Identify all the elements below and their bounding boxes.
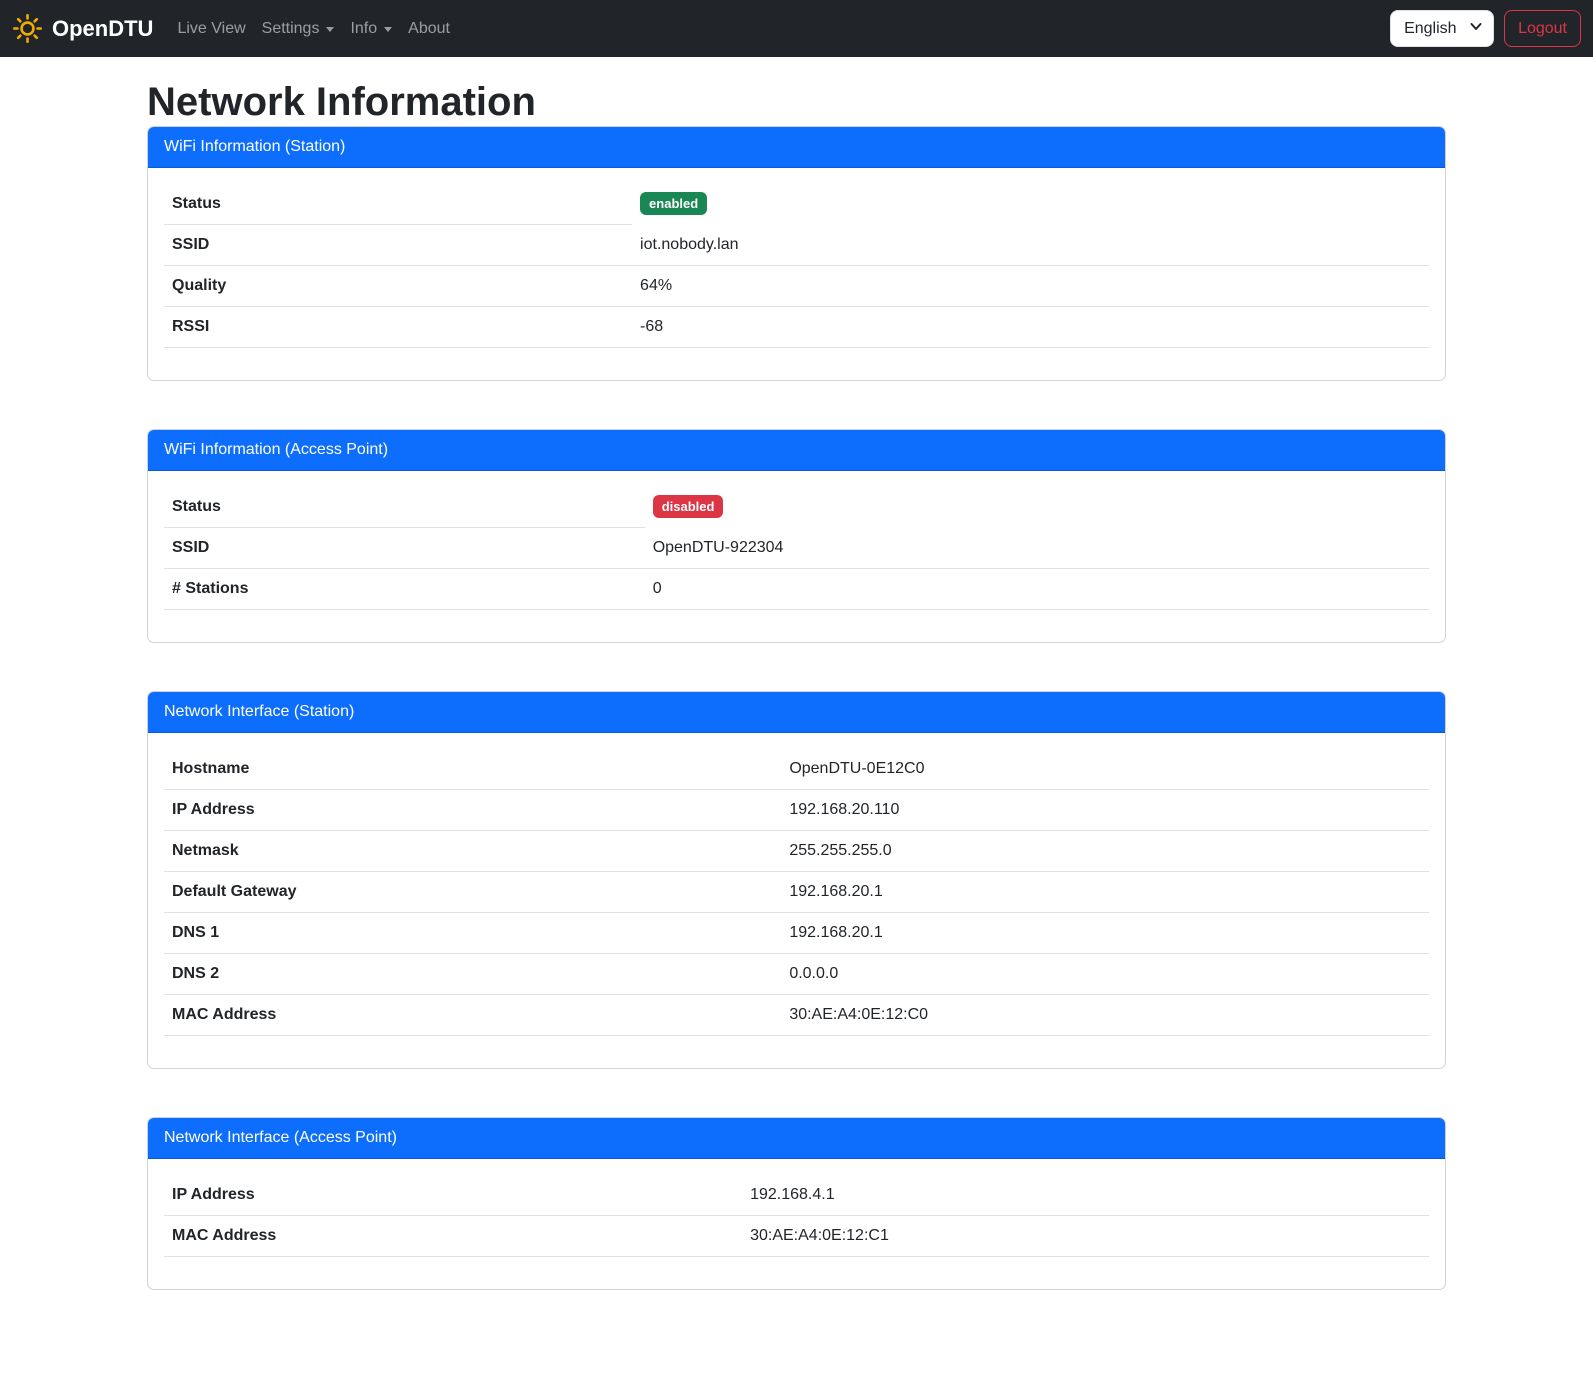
language-select-wrap: English — [1390, 10, 1494, 47]
main-content: Network Information WiFi Information (St… — [147, 57, 1446, 1378]
table-row: Default Gateway192.168.20.1 — [164, 872, 1429, 913]
card-body: HostnameOpenDTU-0E12C0IP Address192.168.… — [148, 733, 1445, 1068]
card-wifi-information-access-point: WiFi Information (Access Point) Status dis… — [147, 429, 1446, 643]
table-row: # Stations0 — [164, 569, 1429, 610]
table-row: IP Address192.168.4.1 — [164, 1175, 1429, 1216]
row-label: Hostname — [164, 749, 781, 790]
row-label: Status — [164, 184, 632, 225]
table-row: RSSI-68 — [164, 307, 1429, 348]
row-label: RSSI — [164, 307, 632, 348]
status-badge: disabled — [653, 495, 724, 518]
row-label: SSID — [164, 528, 645, 569]
card-network-interface-station: Network Interface (Station) HostnameOpenD… — [147, 691, 1446, 1069]
logout-button[interactable]: Logout — [1504, 10, 1581, 47]
sun-icon — [12, 13, 43, 44]
row-label: Status — [164, 487, 645, 528]
nav-item: Settings — [254, 12, 343, 46]
table-row: SSIDiot.nobody.lan — [164, 225, 1429, 266]
row-label: Quality — [164, 266, 632, 307]
nav-item-info[interactable]: Info — [342, 12, 400, 46]
row-value: 192.168.20.110 — [781, 790, 1429, 831]
cards-container: WiFi Information (Station)StatusenabledS… — [147, 126, 1446, 1290]
row-value: disabled — [645, 487, 1429, 528]
caret-down-icon — [326, 27, 334, 32]
row-value: 192.168.20.1 — [781, 913, 1429, 954]
navbar: OpenDTU Live View Settings Info About Engli… — [0, 0, 1593, 57]
nav-item-settings[interactable]: Settings — [254, 12, 343, 46]
table-row: DNS 1192.168.20.1 — [164, 913, 1429, 954]
nav-item: Live View — [169, 12, 253, 46]
caret-down-icon — [384, 27, 392, 32]
table-row: MAC Address30:AE:A4:0E:12:C1 — [164, 1216, 1429, 1257]
card-network-interface-access-point: Network Interface (Access Point) IP Addre… — [147, 1117, 1446, 1290]
card-header: WiFi Information (Access Point) — [148, 430, 1445, 471]
table-row: Quality64% — [164, 266, 1429, 307]
language-select[interactable]: English — [1390, 10, 1494, 47]
nav-item: Info — [342, 12, 400, 46]
page-title: Network Information — [147, 78, 1446, 126]
info-table: Status disabled SSIDOpenDTU-922304# Statio… — [164, 487, 1429, 610]
table-row: HostnameOpenDTU-0E12C0 — [164, 749, 1429, 790]
nav-item-label: Live View — [177, 20, 245, 38]
table-row: MAC Address30:AE:A4:0E:12:C0 — [164, 995, 1429, 1036]
brand[interactable]: OpenDTU — [12, 13, 153, 44]
table-row: IP Address192.168.20.110 — [164, 790, 1429, 831]
row-value: 64% — [632, 266, 1429, 307]
status-badge: enabled — [640, 192, 707, 215]
row-label: Netmask — [164, 831, 781, 872]
navbar-right: English Logout — [1390, 10, 1581, 47]
row-label: # Stations — [164, 569, 645, 610]
row-label: IP Address — [164, 790, 781, 831]
brand-label: OpenDTU — [52, 16, 153, 42]
row-label: SSID — [164, 225, 632, 266]
row-label: MAC Address — [164, 1216, 742, 1257]
row-label: DNS 2 — [164, 954, 781, 995]
row-value: 30:AE:A4:0E:12:C0 — [781, 995, 1429, 1036]
row-value: 0.0.0.0 — [781, 954, 1429, 995]
card-body: Status disabled SSIDOpenDTU-922304# Statio… — [148, 471, 1445, 642]
nav-links: Live View Settings Info About — [169, 12, 458, 46]
card-body: IP Address192.168.4.1MAC Address30:AE:A4… — [148, 1159, 1445, 1289]
navbar-left: OpenDTU Live View Settings Info About — [12, 12, 458, 46]
row-label: Default Gateway — [164, 872, 781, 913]
row-value: 192.168.4.1 — [742, 1175, 1429, 1216]
row-value: 0 — [645, 569, 1429, 610]
nav-item: About — [400, 12, 458, 46]
table-row: Status enabled — [164, 184, 1429, 225]
nav-item-live-view[interactable]: Live View — [169, 12, 253, 46]
table-row: Netmask255.255.255.0 — [164, 831, 1429, 872]
row-value: 255.255.255.0 — [781, 831, 1429, 872]
table-row: SSIDOpenDTU-922304 — [164, 528, 1429, 569]
card-body: Status enabled SSIDiot.nobody.lanQuality64… — [148, 168, 1445, 380]
row-value: 30:AE:A4:0E:12:C1 — [742, 1216, 1429, 1257]
row-label: DNS 1 — [164, 913, 781, 954]
nav-item-about[interactable]: About — [400, 12, 458, 46]
row-value: 192.168.20.1 — [781, 872, 1429, 913]
row-value: iot.nobody.lan — [632, 225, 1429, 266]
card-header: Network Interface (Station) — [148, 692, 1445, 733]
card-wifi-information-station: WiFi Information (Station)StatusenabledS… — [147, 126, 1446, 381]
card-header: Network Interface (Access Point) — [148, 1118, 1445, 1159]
row-value: OpenDTU-922304 — [645, 528, 1429, 569]
row-value: -68 — [632, 307, 1429, 348]
row-value: OpenDTU-0E12C0 — [781, 749, 1429, 790]
table-row: DNS 20.0.0.0 — [164, 954, 1429, 995]
row-label: MAC Address — [164, 995, 781, 1036]
row-value: enabled — [632, 184, 1429, 225]
card-header: WiFi Information (Station) — [148, 127, 1445, 168]
info-table: IP Address192.168.4.1MAC Address30:AE:A4… — [164, 1175, 1429, 1257]
table-row: Status disabled — [164, 487, 1429, 528]
nav-item-label: About — [408, 20, 450, 38]
info-table: HostnameOpenDTU-0E12C0IP Address192.168.… — [164, 749, 1429, 1036]
row-label: IP Address — [164, 1175, 742, 1216]
nav-item-label: Info — [350, 20, 377, 38]
info-table: Status enabled SSIDiot.nobody.lanQuality64… — [164, 184, 1429, 348]
nav-item-label: Settings — [262, 20, 320, 38]
